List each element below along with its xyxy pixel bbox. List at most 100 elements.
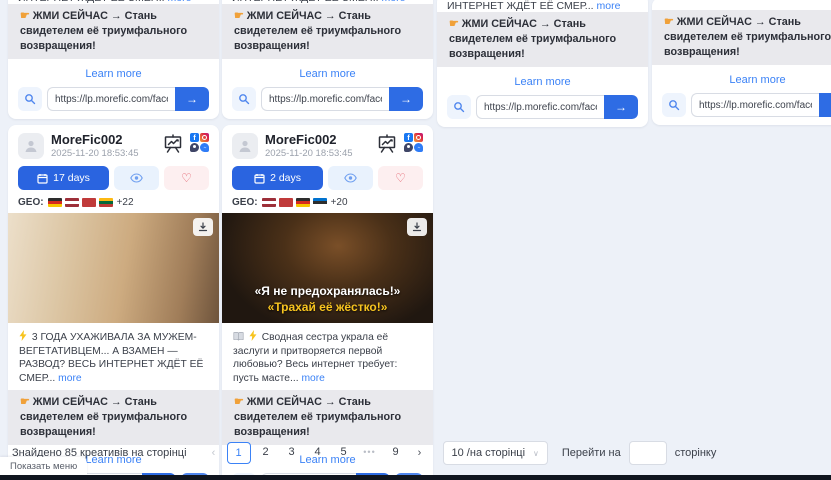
geo-label: GEO: (18, 197, 44, 208)
instagram-icon[interactable] (414, 133, 423, 142)
presentation-chart-icon[interactable] (376, 133, 398, 155)
open-url-button[interactable]: → (389, 87, 423, 111)
learn-more-link[interactable]: Learn more (232, 65, 423, 85)
show-menu-button[interactable]: Показать меню (0, 457, 87, 475)
search-icon (453, 101, 465, 113)
description-text: 3 ГОДА УХАЖИВАЛА ЗА МУЖЕМ-ВЕГЕТАТИВЦЕМ..… (19, 332, 203, 384)
prev-page-button[interactable]: ‹ (205, 443, 223, 463)
header-icons: f (162, 133, 209, 155)
landing-url-input[interactable] (691, 93, 819, 117)
pointing-hand-icon: ☛ (234, 10, 244, 22)
messenger-icon[interactable] (414, 143, 423, 152)
landing-url-row: → (447, 95, 638, 119)
country-flag (296, 198, 310, 207)
creative-timestamp: 2025-11-20 18:53:45 (51, 148, 162, 160)
page-button[interactable]: 2 (255, 442, 277, 462)
page-size-select[interactable]: 10 /на сторінці ∨ (443, 441, 548, 465)
more-link[interactable]: more (58, 373, 81, 384)
country-flag (65, 198, 79, 207)
page-button[interactable]: 3 (281, 442, 303, 462)
open-url-button[interactable]: → (604, 95, 638, 119)
days-active-button[interactable]: 17 days (18, 166, 109, 190)
grid-column-1: ИНТЕРНЕТ ЖДЁТ ЕЁ СМЕР... more ☛ЖМИ СЕЙЧА… (8, 0, 219, 480)
page-size-value: 10 /на сторінці (452, 447, 526, 459)
grid-column-4: ☛ЖМИ СЕЙЧАС → Стань свидетелем её триумф… (652, 0, 831, 125)
days-active-label: 2 days (270, 172, 301, 184)
clipped-text: ИНТЕРНЕТ ЖДЁТ ЕЁ СМЕР... (18, 0, 165, 4)
facebook-icon[interactable]: f (404, 133, 413, 142)
instagram-icon[interactable] (200, 133, 209, 142)
page-button[interactable]: 1 (227, 442, 251, 464)
more-link[interactable]: more (597, 0, 621, 12)
more-link[interactable]: more (168, 0, 192, 4)
caption-line-1: «Я не предохранялась!» (222, 283, 433, 299)
landing-url-input[interactable] (47, 87, 175, 111)
avatar (18, 133, 44, 159)
country-flag (313, 198, 327, 207)
download-image-button[interactable] (193, 218, 213, 236)
creative-stats-row: 2 days ♡ (232, 166, 423, 190)
search-button[interactable] (18, 87, 42, 111)
creative-image[interactable]: «Я не предохранялась!» «Трахай её жёстко… (222, 213, 433, 323)
next-page-button[interactable]: › (411, 443, 429, 463)
country-flag (99, 198, 113, 207)
learn-more-link[interactable]: Learn more (662, 71, 831, 91)
favorite-button[interactable]: ♡ (378, 166, 423, 190)
profile-badge-icon[interactable] (404, 143, 413, 152)
favorite-button[interactable]: ♡ (164, 166, 209, 190)
presentation-chart-icon[interactable] (162, 133, 184, 155)
cta-band: ☛ЖМИ СЕЙЧАС → Стань свидетелем её триумф… (222, 4, 433, 59)
profile-info: MoreFic002 2025-11-20 18:53:45 (51, 133, 162, 160)
social-network-icons: f (190, 133, 209, 152)
learn-more-link[interactable]: Learn more (447, 73, 638, 93)
cta-text: ЖМИ СЕЙЧАС → Стань свидетелем её триумфа… (20, 10, 187, 52)
creative-card: MoreFic002 2025-11-20 18:53:45 f 2 days (222, 125, 433, 480)
search-button[interactable] (662, 93, 686, 117)
cta-text: ЖМИ СЕЙЧАС → Стань свидетелем её триумфа… (20, 396, 187, 438)
goto-page-label: Перейти на (562, 447, 621, 459)
lightning-icon (249, 330, 257, 341)
country-flag (82, 198, 96, 207)
geo-extra-count[interactable]: +20 (331, 197, 348, 208)
days-active-button[interactable]: 2 days (232, 166, 323, 190)
views-button[interactable] (328, 166, 373, 190)
messenger-icon[interactable] (200, 143, 209, 152)
calendar-icon (37, 173, 48, 184)
page-button[interactable]: 4 (307, 442, 329, 462)
learn-more-link[interactable]: Learn more (18, 65, 209, 85)
creative-card-partial: ☛ЖМИ СЕЙЧАС → Стань свидетелем её триумф… (652, 0, 831, 125)
page-ellipsis: ••• (359, 442, 381, 462)
country-flag (48, 198, 62, 207)
geo-extra-count[interactable]: +22 (117, 197, 134, 208)
creative-card-partial: ИНТЕРНЕТ ЖДЁТ ЕЁ СМЕР... more ☛ЖМИ СЕЙЧА… (8, 0, 219, 119)
landing-url-input[interactable] (476, 95, 604, 119)
creative-image[interactable] (8, 213, 219, 323)
creative-card: MoreFic002 2025-11-20 18:53:45 f 17 days (8, 125, 219, 480)
page-button[interactable]: 5 (333, 442, 355, 462)
profile-badge-icon[interactable] (190, 143, 199, 152)
search-icon (24, 93, 36, 105)
arrow-right-icon: → (400, 92, 412, 106)
facebook-icon[interactable]: f (190, 133, 199, 142)
grid-column-2: ИНТЕРНЕТ ЖДЁТ ЕЁ СМЕР... more ☛ЖМИ СЕЙЧА… (222, 0, 433, 480)
search-button[interactable] (232, 87, 256, 111)
profile-name[interactable]: MoreFic002 (51, 133, 162, 147)
download-image-button[interactable] (407, 218, 427, 236)
goto-page-input[interactable] (629, 441, 667, 465)
creative-card-partial: ИНТЕРНЕТ ЖДЁТ ЕЁ СМЕР... more ☛ЖМИ СЕЙЧА… (437, 0, 648, 127)
search-button[interactable] (447, 95, 471, 119)
page-button[interactable]: 9 (385, 442, 407, 462)
open-url-button[interactable]: → (819, 93, 831, 117)
landing-url-input[interactable] (261, 87, 389, 111)
more-link[interactable]: more (301, 373, 324, 384)
more-link[interactable]: more (382, 0, 406, 4)
profile-name[interactable]: MoreFic002 (265, 133, 376, 147)
views-button[interactable] (114, 166, 159, 190)
heart-icon: ♡ (181, 172, 192, 184)
creative-description: 3 ГОДА УХАЖИВАЛА ЗА МУЖЕМ-ВЕГЕТАТИВЦЕМ..… (18, 323, 209, 390)
pointing-hand-icon: ☛ (20, 10, 30, 22)
bottom-edge-bar (0, 475, 831, 480)
heart-icon: ♡ (395, 172, 406, 184)
open-url-button[interactable]: → (175, 87, 209, 111)
eye-icon (344, 173, 357, 183)
